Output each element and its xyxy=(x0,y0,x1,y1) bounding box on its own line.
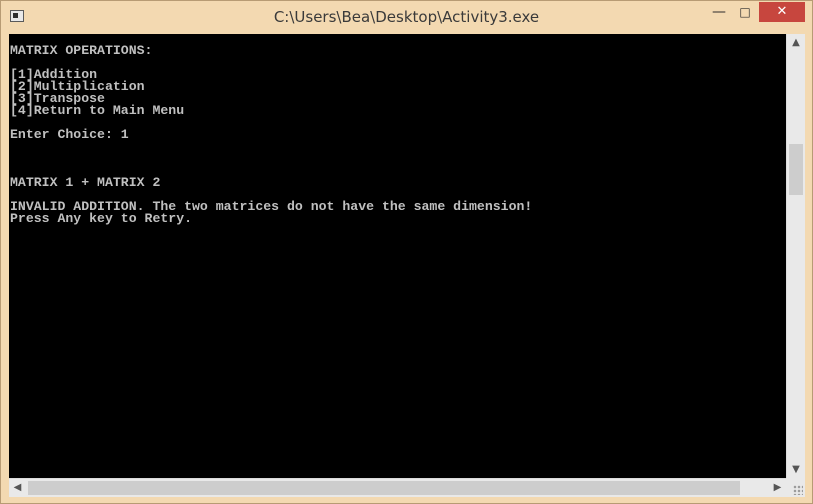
close-button[interactable]: ✕ xyxy=(759,2,805,22)
minimize-button[interactable]: — xyxy=(706,2,732,22)
chevron-up-icon[interactable]: ▲ xyxy=(787,34,805,51)
chevron-right-icon[interactable]: ▶ xyxy=(769,479,786,497)
horizontal-scroll-thumb[interactable] xyxy=(28,481,740,495)
console-window: C:\Users\Bea\Desktop\Activity3.exe — □ ✕… xyxy=(0,0,813,504)
resize-corner[interactable] xyxy=(786,478,805,497)
horizontal-scrollbar[interactable]: ◀ ▶ xyxy=(9,478,786,497)
console-line: Enter Choice: 1 xyxy=(10,127,129,142)
resize-grip-icon[interactable] xyxy=(793,485,803,495)
console-line: Press Any key to Retry. xyxy=(10,211,193,226)
console-line: MATRIX OPERATIONS: xyxy=(10,43,153,58)
console-output-area[interactable]: MATRIX OPERATIONS: [1]Addition [2]Multip… xyxy=(9,34,786,478)
chevron-down-icon[interactable]: ▼ xyxy=(787,461,805,478)
console-output-text: MATRIX OPERATIONS: [1]Addition [2]Multip… xyxy=(10,43,532,226)
title-bar[interactable]: C:\Users\Bea\Desktop\Activity3.exe — □ ✕ xyxy=(1,1,812,33)
vertical-scroll-thumb[interactable] xyxy=(789,144,803,195)
maximize-button[interactable]: □ xyxy=(732,2,758,22)
window-title: C:\Users\Bea\Desktop\Activity3.exe xyxy=(273,8,540,26)
vertical-scrollbar[interactable]: ▲ ▼ xyxy=(786,34,805,478)
console-line: MATRIX 1 + MATRIX 2 xyxy=(10,175,161,190)
chevron-left-icon[interactable]: ◀ xyxy=(9,479,26,497)
console-line: [4]Return to Main Menu xyxy=(10,103,185,118)
